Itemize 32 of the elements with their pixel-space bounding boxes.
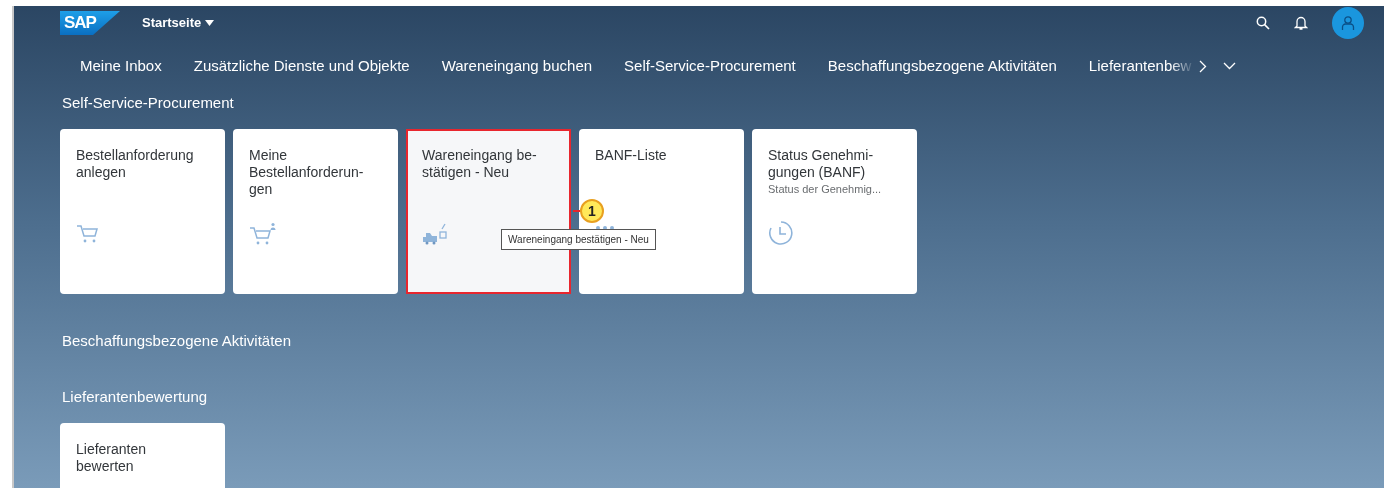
section-title: Beschaffungsbezogene Aktivitäten [62, 330, 293, 351]
nav-tab[interactable]: Lieferantenbew [1072, 48, 1196, 84]
tile-title: Lieferanten bewerten [76, 440, 148, 475]
bell-icon[interactable] [1294, 15, 1308, 31]
caret-icon [205, 20, 215, 26]
app-tile[interactable]: Status Genehmi- gungen (BANF) Status der Genehmig... [752, 128, 917, 294]
home-menu-button[interactable]: Startseite [135, 12, 221, 34]
sap-logo[interactable]: SAP [60, 11, 120, 35]
nav-tab[interactable]: Zusätzliche Dienste und Objekte [177, 48, 426, 84]
tile-title: BANF-Liste [595, 146, 668, 164]
tooltip: Wareneingang bestätigen - Neu [501, 228, 656, 250]
section-title: Self-Service-Procurement [62, 93, 235, 113]
cart-person-icon [249, 221, 277, 246]
nav-tab[interactable]: Wareneingang buchen [425, 48, 609, 84]
user-avatar[interactable] [1332, 7, 1364, 39]
tile-title: Status Genehmi- gungen (BANF) [768, 146, 875, 181]
chevron-right-icon[interactable] [1199, 59, 1208, 73]
section-title: Lieferantenbewertung [62, 387, 209, 407]
nav-tab[interactable]: Beschaffungsbezogene Aktivitäten [811, 48, 1073, 84]
app-tile[interactable]: Bestellanforderung anlegen [60, 128, 225, 294]
nav-tab[interactable]: Self-Service-Procurement [608, 48, 812, 84]
search-icon[interactable] [1256, 16, 1270, 30]
clock-icon [768, 219, 794, 246]
app-tile[interactable]: Lieferanten bewerten [60, 422, 225, 488]
cart-icon [76, 224, 100, 245]
app-tile[interactable]: Meine Bestellanforderun- gen [233, 128, 398, 294]
chevron-down-icon[interactable] [1223, 62, 1237, 70]
nav-tab[interactable]: Meine Inbox [64, 48, 178, 84]
tile-title: Bestellanforderung anlegen [76, 146, 195, 181]
tile-title: Meine Bestellanforderun- gen [249, 146, 365, 198]
tile-title: Wareneingang be- stätigen - Neu [422, 146, 538, 181]
tile-subtitle: Status der Genehmig... [768, 181, 883, 197]
